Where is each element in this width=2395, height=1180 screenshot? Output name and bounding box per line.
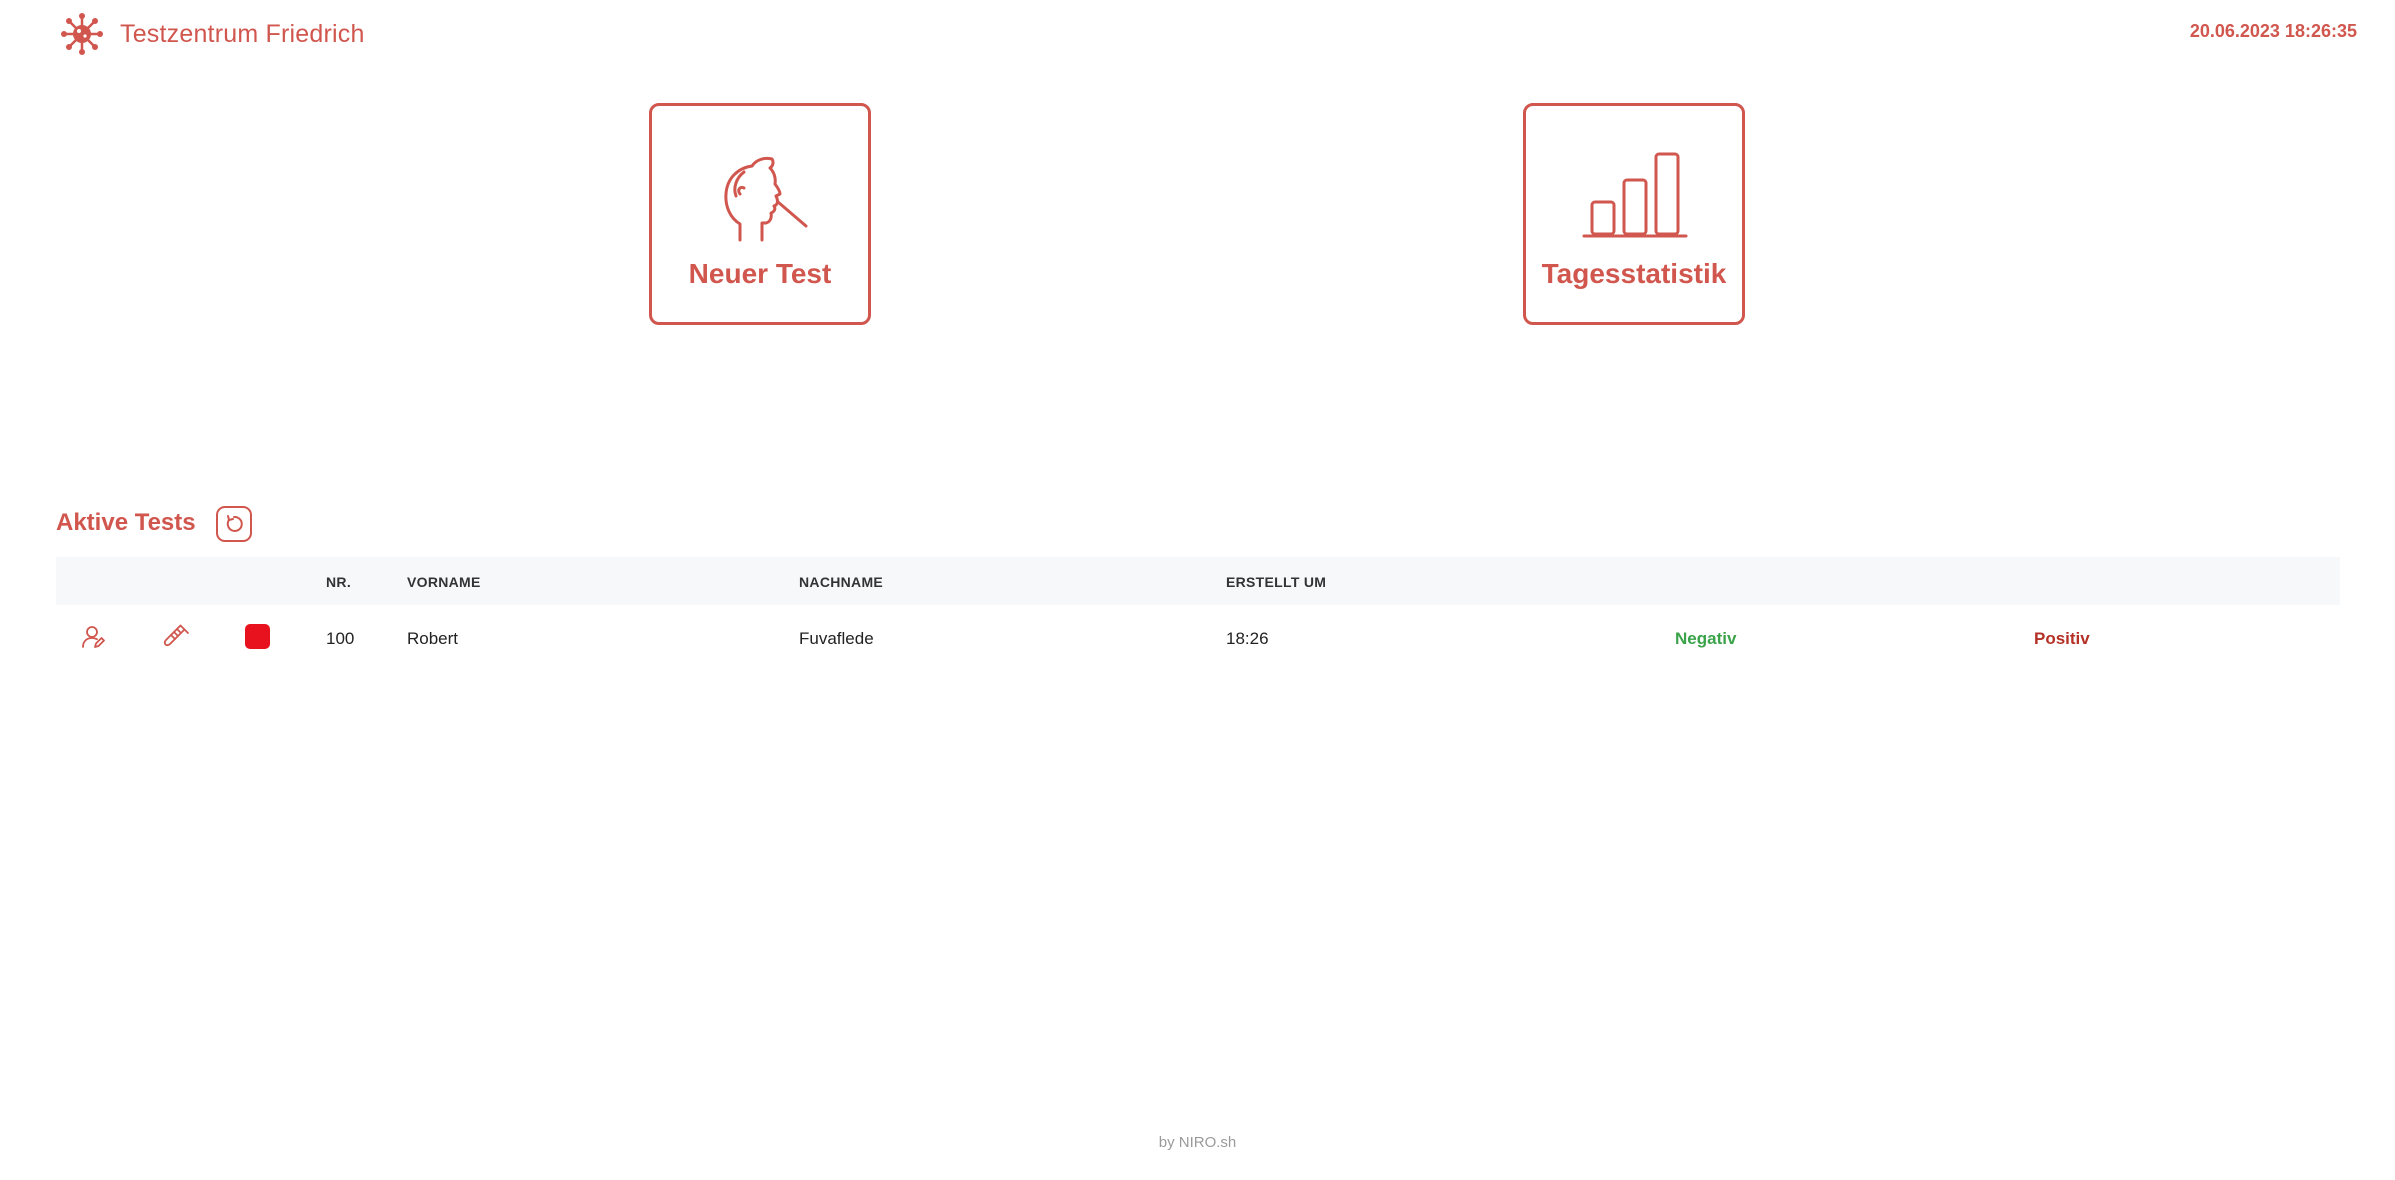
daily-statistics-label: Tagesstatistik [1541,258,1727,289]
current-datetime: 20.06.2023 18:26:35 [2189,21,2357,41]
top-bar: Testzentrum Friedrich 20.06.2023 18:26:3… [0,0,2395,70]
column-header-nachname: NACHNAME [799,574,884,590]
virus-icon [61,13,103,55]
table-row: 100 Robert Fuvaflede 18:26 Negativ Posit… [56,612,2340,664]
app-root: Testzentrum Friedrich 20.06.2023 18:26:3… [0,0,2395,1180]
test-tube-icon[interactable] [162,624,190,652]
swab-test-icon [724,156,808,242]
refresh-icon [226,515,243,532]
user-edit-icon[interactable] [80,624,106,650]
cell-erstellt-um: 18:26 [1226,629,1269,648]
active-tests-heading: Aktive Tests [56,509,196,536]
column-header-nr: NR. [326,574,352,590]
mark-negative-button[interactable]: Negativ [1675,629,1736,649]
table-header: NR. VORNAME NACHNAME ERSTELLT UM [56,557,2340,605]
footer-credit: by NIRO.sh [1158,1134,1237,1151]
refresh-button[interactable] [216,506,252,542]
column-header-erstellt-um: ERSTELLT UM [1226,574,1327,590]
bar-chart-icon [1582,152,1688,238]
mark-positive-button[interactable]: Positiv [2034,629,2090,649]
new-test-button[interactable]: Neuer Test [649,103,871,325]
status-indicator [245,624,270,649]
cell-nachname: Fuvaflede [799,629,874,648]
cell-vorname: Robert [407,629,459,648]
column-header-vorname: VORNAME [407,574,481,590]
cell-nr: 100 [326,629,355,648]
daily-statistics-button[interactable]: Tagesstatistik [1523,103,1745,325]
app-title: Testzentrum Friedrich [120,20,365,48]
new-test-label: Neuer Test [688,258,832,289]
